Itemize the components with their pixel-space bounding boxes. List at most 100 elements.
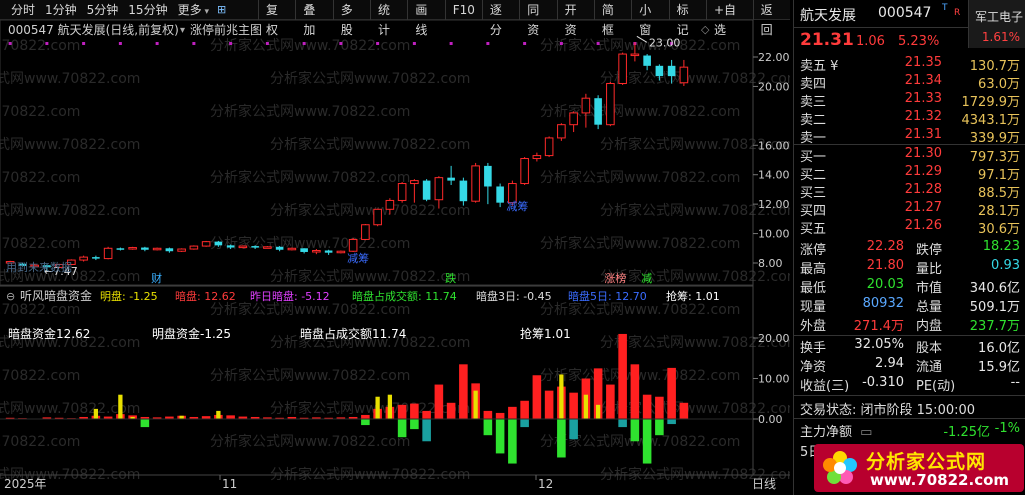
negative-bar <box>397 419 407 438</box>
label-anpan-ratio: 暗盘占成交额11.74 <box>300 326 406 341</box>
grid-icon[interactable]: ⊞ <box>214 0 229 20</box>
small-window-button[interactable]: 小窗 <box>631 0 668 37</box>
bid-price: 21.27 <box>904 200 942 215</box>
ask-level-5[interactable]: 卖一 21.31 339.9万 <box>794 126 1025 146</box>
negative-bar <box>422 419 431 442</box>
watermark-text: 分析家公式网www.70822.com <box>0 367 80 384</box>
stat-value: 18.23 <box>982 239 1020 254</box>
state-divider <box>794 395 1025 396</box>
statistics-button[interactable]: 统计 <box>370 0 407 37</box>
f10-button[interactable]: F10 <box>444 0 482 20</box>
indicator-collapse-icon[interactable]: ⊖ <box>6 290 15 303</box>
watermark-text: 分析家公式网www.70822.com <box>0 70 140 87</box>
candle-body <box>300 248 308 252</box>
signal-dot <box>559 42 563 45</box>
peer-button[interactable]: 同资 <box>519 0 556 37</box>
draw-line-button[interactable]: 画线 <box>407 0 444 37</box>
stat-row: 最低 20.03 市值 340.6亿 <box>794 276 1025 296</box>
ask-level-2[interactable]: 卖四 21.34 63.0万 <box>794 72 1025 92</box>
ask-price: 21.34 <box>904 73 942 88</box>
candle-body <box>287 247 297 251</box>
stat-label: 净资 <box>800 360 827 375</box>
candle-body <box>103 247 113 260</box>
signal-dot <box>449 42 453 45</box>
mark-button[interactable]: 标记 <box>668 0 706 37</box>
bid-level-3[interactable]: 买三 21.28 88.5万 <box>794 181 1025 201</box>
sector-name: 军工电子 <box>975 10 1024 24</box>
negative-bar <box>557 419 566 458</box>
tab-more[interactable]: 更多 <box>173 0 214 20</box>
multi-stock-button[interactable]: 多股 <box>332 0 370 37</box>
indicator-anpan: 暗盘: 12.62 <box>175 289 236 303</box>
stat-label: PE(动) <box>916 379 956 394</box>
main-flow-value: -1.25亿 <box>943 425 990 440</box>
function-buttons: 复权 叠加 多股 统计 画线 F10 逐分 同资 开资 简框 小窗 标记 +自选… <box>258 0 790 37</box>
close-icon[interactable]: × <box>716 23 725 36</box>
chart-area[interactable]: 分析家公式网www.70822.com 分析家公式网www.70822.com 分析… <box>0 19 800 495</box>
stat-row: 收益(三) -0.310 PE(动) -- <box>794 374 1025 394</box>
bid-price: 21.28 <box>904 182 942 197</box>
restore-rights-button[interactable]: 复权 <box>258 0 295 37</box>
candle-body <box>348 238 358 252</box>
anpan-bar <box>226 415 235 419</box>
settings-icon[interactable]: ◇ <box>701 23 710 36</box>
anpan-bar <box>434 384 444 419</box>
x-label-nov: 11 <box>222 477 237 491</box>
tick-button[interactable]: 逐分 <box>481 0 519 37</box>
tab-15min[interactable]: 15分钟 <box>123 0 172 20</box>
candle-body <box>141 247 149 250</box>
candle-body <box>251 246 259 248</box>
overlay-button[interactable]: 叠加 <box>295 0 332 37</box>
signal-dot <box>376 42 380 45</box>
ask-label: 卖一 <box>800 131 827 146</box>
back-button[interactable]: 返回 <box>752 0 790 37</box>
x-label-year: 2025年 <box>4 477 47 491</box>
y-tick-label: 10.00 <box>758 228 790 241</box>
bid-levels: 买一 21.30 797.3万 买二 21.29 97.1万 买三 21.28 88.5万 买四 2… <box>794 145 1025 237</box>
ask-level-4[interactable]: 卖二 21.32 4343.1万 <box>794 108 1025 128</box>
ask-level-1[interactable]: 卖五 ¥21.35 130.7万 <box>794 54 1025 74</box>
watermark-text: 分析家公式网www.70822.com <box>210 37 410 54</box>
watermark-text: 分析家公式网www.70822.com <box>0 235 80 252</box>
stat-label: 量比 <box>916 262 943 277</box>
dropdown-icon[interactable]: ▾ <box>180 25 185 36</box>
tab-1min[interactable]: 1分钟 <box>40 0 82 20</box>
candle-body <box>226 245 235 248</box>
label-qiangchou: 抢筹1.01 <box>520 326 571 341</box>
watermark-text: 分析家公式网www.70822.com <box>270 268 470 285</box>
period-label[interactable]: 日线 <box>752 477 776 491</box>
add-favorite-button[interactable]: +自选 <box>705 0 753 37</box>
open-button[interactable]: 开资 <box>556 0 594 37</box>
flow-box-icon: ▭ <box>860 425 873 440</box>
anpan-bar <box>495 412 505 419</box>
site-logo: 分析家公式网 www.70822.com <box>814 444 1024 492</box>
candle-body <box>496 186 504 203</box>
price-axis: 8.00 10.00 12.00 14.00 16.00 20.00 22.00 <box>753 51 790 270</box>
stat-value: 0.93 <box>991 258 1020 273</box>
anpan-bar <box>508 406 517 419</box>
negative-bar <box>410 419 419 430</box>
stat-row: 换手 32.05% 股本 16.0亿 <box>794 336 1025 356</box>
ask-level-3[interactable]: 卖三 21.33 1729.9万 <box>794 90 1025 110</box>
signal-dot <box>486 42 490 45</box>
tab-intraday[interactable]: 分时 <box>6 0 40 20</box>
logo-text-cn: 分析家公式网 <box>866 451 987 473</box>
sector-box[interactable]: 军工电子 1.61% <box>968 0 1025 48</box>
anpan-bar <box>397 404 407 419</box>
bid-level-5[interactable]: 买五 21.26 30.6万 <box>794 217 1025 237</box>
kline-chart-svg[interactable]: 分析家公式网www.70822.com 分析家公式网www.70822.com 分析… <box>0 19 800 495</box>
ask-price: 21.32 <box>904 109 942 124</box>
mingpan-bar <box>387 394 393 419</box>
bid-level-1[interactable]: 买一 21.30 797.3万 <box>794 145 1025 165</box>
main-flow-row[interactable]: 主力净额 ▭ -1.25亿 -1% <box>800 421 1020 440</box>
watermark-text: 分析家公式网www.70822.com <box>0 37 80 54</box>
signal-dot <box>302 42 306 45</box>
tab-5min[interactable]: 5分钟 <box>82 0 124 20</box>
signal-dot <box>596 42 600 45</box>
negative-bar <box>642 419 652 464</box>
candle-body <box>128 247 137 250</box>
simple-frame-button[interactable]: 简框 <box>593 0 631 37</box>
bid-level-2[interactable]: 买二 21.29 97.1万 <box>794 163 1025 183</box>
stat-label: 现量 <box>800 300 827 315</box>
bid-level-4[interactable]: 买四 21.27 28.1万 <box>794 199 1025 219</box>
